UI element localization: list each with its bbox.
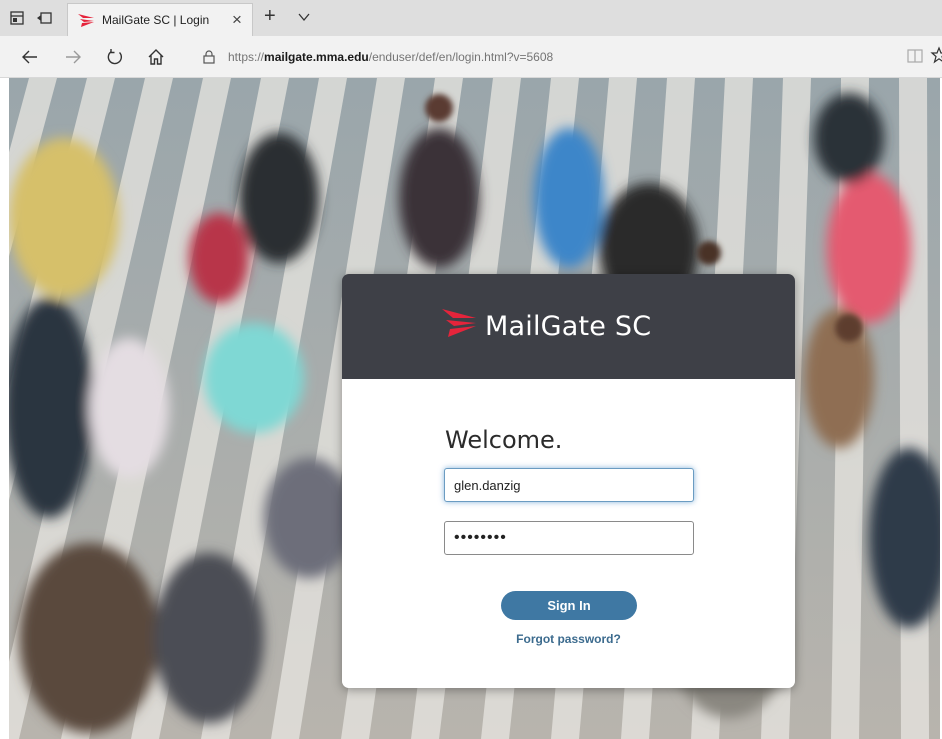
chevron-down-icon[interactable] — [297, 10, 311, 24]
tab-title: MailGate SC | Login — [102, 13, 210, 27]
close-tab-icon[interactable]: × — [232, 10, 242, 30]
favorite-star-icon[interactable] — [930, 46, 942, 64]
welcome-heading: Welcome. — [445, 426, 563, 454]
url-path: /enduser/def/en/login.html?v=5608 — [368, 50, 554, 64]
forgot-password-link[interactable]: Forgot password? — [342, 632, 795, 646]
tab-actions-icon[interactable] — [9, 10, 25, 26]
url-text: https://mailgate.mma.edu/enduser/def/en/… — [228, 50, 553, 64]
address-bar[interactable]: https://mailgate.mma.edu/enduser/def/en/… — [196, 43, 942, 71]
login-card: MailGate SC Welcome. Sign In Forgot pass… — [342, 274, 795, 688]
new-tab-icon[interactable]: + — [264, 5, 276, 28]
home-icon[interactable] — [146, 47, 166, 67]
password-field[interactable] — [444, 521, 694, 555]
login-card-header: MailGate SC — [342, 274, 795, 379]
mailgate-logo-icon — [442, 309, 476, 337]
mailgate-favicon-icon — [78, 14, 94, 27]
username-field[interactable] — [444, 468, 694, 502]
lock-icon — [203, 50, 215, 64]
forward-arrow-icon[interactable] — [63, 47, 83, 67]
sign-in-button[interactable]: Sign In — [501, 591, 637, 620]
url-host: mailgate.mma.edu — [264, 50, 369, 64]
refresh-icon[interactable] — [105, 47, 125, 67]
tab-mailgate-login[interactable]: MailGate SC | Login × — [67, 3, 253, 36]
url-scheme: https:// — [228, 50, 265, 64]
reading-view-icon[interactable] — [906, 47, 924, 65]
back-arrow-icon[interactable] — [20, 47, 40, 67]
brand-title: MailGate SC — [485, 311, 652, 342]
set-aside-tabs-icon[interactable] — [36, 10, 52, 26]
browser-tab-bar: MailGate SC | Login × + — [0, 0, 942, 36]
browser-toolbar: https://mailgate.mma.edu/enduser/def/en/… — [0, 36, 942, 78]
login-form: Welcome. Sign In Forgot password? — [342, 379, 795, 688]
